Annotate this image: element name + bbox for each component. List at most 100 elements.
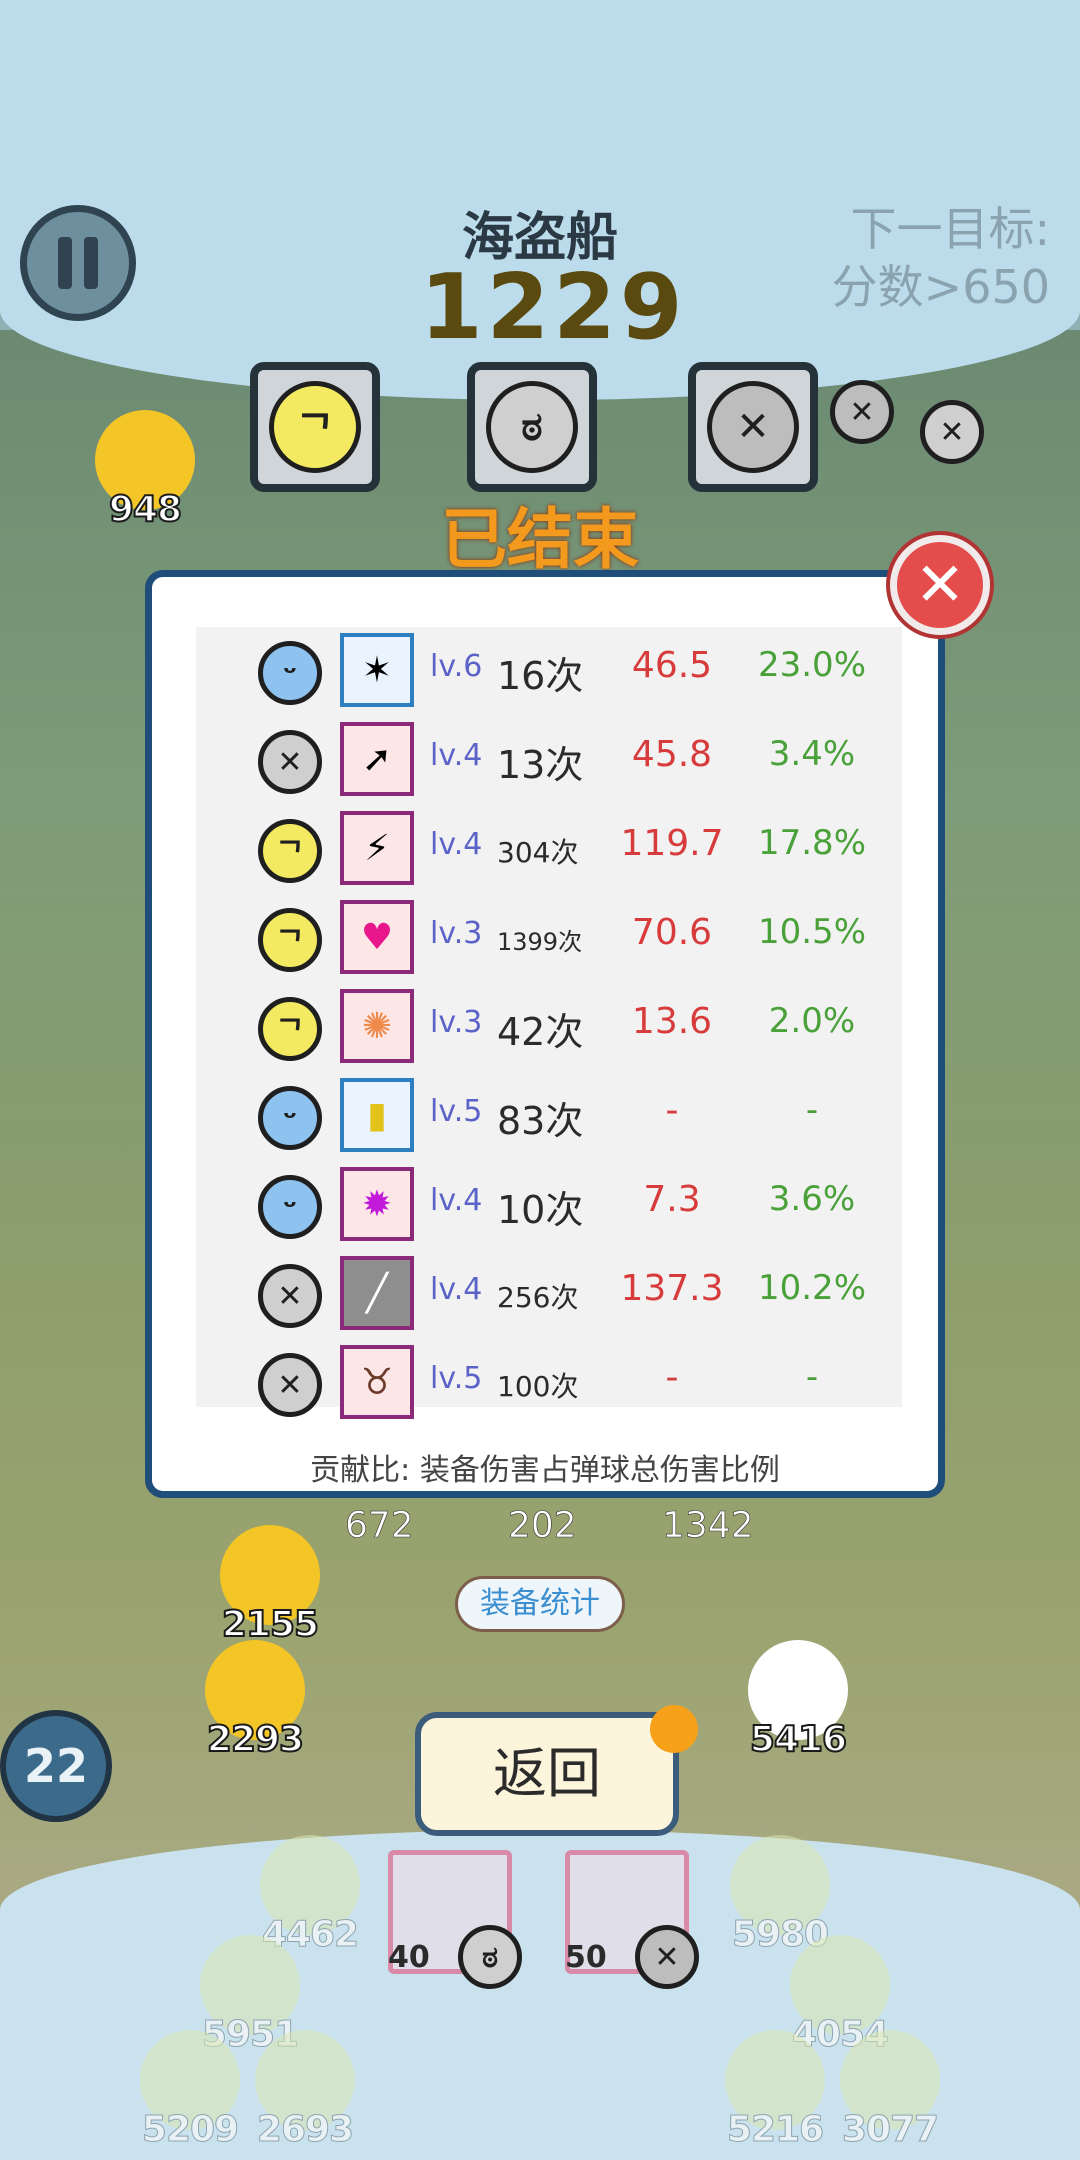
table-row: ᄀ ⚡ lv.4 304次 119.7 17.8% xyxy=(152,805,952,894)
return-button[interactable]: 返回 xyxy=(415,1712,679,1836)
summary-number: 202 xyxy=(508,1505,577,1547)
explosion-icon: ✺ xyxy=(340,989,414,1063)
chick-number: 5216 xyxy=(726,2109,824,2151)
chick-egg: 3077 xyxy=(830,2030,950,2151)
score: 1229 xyxy=(420,255,687,360)
lightning-icon: ⚡ xyxy=(340,811,414,885)
contribution-ratio: - xyxy=(805,1357,819,1397)
chick-number: 3077 xyxy=(841,2109,939,2151)
chick-egg: 2693 xyxy=(245,2030,365,2151)
hen: 5416 xyxy=(738,1640,858,1761)
slot-cost: 40 xyxy=(388,1940,430,1975)
equip-level: lv.5 xyxy=(430,1094,483,1129)
equipment-stats-popup: ᵕ ✶ lv.6 16次 46.5 23.0% ✕ ➚ lv.4 13次 45.… xyxy=(145,570,945,1498)
chick-egg: 2155 xyxy=(210,1525,330,1646)
grey-face-icon: ✕ xyxy=(258,1264,322,1328)
blue-face-icon: ᵕ xyxy=(258,1175,322,1239)
use-count: 13次 xyxy=(497,743,584,787)
pause-button[interactable] xyxy=(20,205,136,321)
contribution-ratio: 2.0% xyxy=(768,1001,856,1041)
chick-number: 2293 xyxy=(206,1718,305,1761)
table-row: ᵕ ✶ lv.6 16次 46.5 23.0% xyxy=(152,627,952,716)
blue-face-icon: ᵕ xyxy=(258,1086,322,1150)
use-count: 83次 xyxy=(497,1099,584,1143)
face-card: ᄀ xyxy=(250,362,380,492)
yellow-face-icon: ᄀ xyxy=(258,997,322,1061)
pause-bar-icon xyxy=(58,237,72,289)
summary-number: 1342 xyxy=(662,1505,754,1547)
chick-number: 5416 xyxy=(749,1718,848,1761)
water-drop-counter: 22 xyxy=(0,1710,112,1822)
face-card: ✕ xyxy=(688,362,818,492)
use-count: 16次 xyxy=(497,654,584,698)
pause-bar-icon xyxy=(84,237,98,289)
summary-number: 672 xyxy=(345,1505,414,1547)
chick-egg: 5216 xyxy=(715,2030,835,2151)
battery-icon: ▮ xyxy=(340,1078,414,1152)
dark-face-icon: ✕ xyxy=(707,381,799,473)
contribution-ratio: 23.0% xyxy=(757,645,866,685)
use-count: 10次 xyxy=(497,1188,584,1232)
next-target-label: 下一目标: xyxy=(850,202,1051,256)
grey-face-icon: ✕ xyxy=(830,380,894,444)
ended-banner: 已结束 xyxy=(441,501,639,578)
contribution-ratio: - xyxy=(805,1090,819,1130)
grey-face-icon: ✕ xyxy=(920,400,984,464)
next-target-value: 分数>650 xyxy=(831,260,1050,314)
next-target: 下一目标: 分数>650 xyxy=(800,200,1050,316)
contribution-ratio: 3.4% xyxy=(768,734,856,774)
use-count: 42次 xyxy=(497,1010,584,1054)
chick-egg: 2293 xyxy=(195,1640,315,1761)
contribution-ratio: 17.8% xyxy=(757,823,866,863)
equip-level: lv.4 xyxy=(430,827,483,862)
notification-dot xyxy=(650,1705,698,1753)
chick-number: 5209 xyxy=(141,2109,239,2151)
chick-number: 948 xyxy=(108,488,183,531)
yellow-face-icon: ᄀ xyxy=(258,819,322,883)
contribution-ratio: 10.5% xyxy=(757,912,866,952)
equip-level: lv.4 xyxy=(430,1272,483,1307)
table-row: ᄀ ✺ lv.3 42次 13.6 2.0% xyxy=(152,983,952,1072)
use-count: 1399次 xyxy=(497,928,583,956)
use-count: 304次 xyxy=(497,836,579,869)
purple-blast-icon: ✹ xyxy=(340,1167,414,1241)
blue-face-icon: ᵕ xyxy=(258,641,322,705)
table-row: ᵕ ▮ lv.5 83次 - - xyxy=(152,1072,952,1161)
table-row: ᄀ ♥ lv.3 1399次 70.6 10.5% xyxy=(152,894,952,983)
table-row: ᵕ ✹ lv.4 10次 7.3 3.6% xyxy=(152,1161,952,1250)
slot-cost: 50 xyxy=(565,1940,607,1975)
grey-face-icon: ಠ xyxy=(458,1925,522,1989)
blade-streak-icon: ╱ xyxy=(340,1256,414,1330)
equip-level: lv.6 xyxy=(430,649,483,684)
chick-egg: 948 xyxy=(85,410,205,531)
dark-face-icon: ✕ xyxy=(635,1925,699,1989)
yellow-face-icon: ᄀ xyxy=(269,381,361,473)
face-card: ಠ xyxy=(467,362,597,492)
use-count: 100次 xyxy=(497,1370,579,1403)
chick-egg: 5209 xyxy=(130,2030,250,2151)
yellow-face-icon: ᄀ xyxy=(258,908,322,972)
grey-face-icon: ✕ xyxy=(258,1353,322,1417)
equip-level: lv.4 xyxy=(430,738,483,773)
grey-face-icon: ಠ xyxy=(486,381,578,473)
contribution-ratio: 3.6% xyxy=(768,1179,856,1219)
rocket-icon: ➚ xyxy=(340,722,414,796)
close-icon: ✕ xyxy=(914,550,966,620)
equip-level: lv.3 xyxy=(430,916,483,951)
claw-slash-icon: ✶ xyxy=(340,633,414,707)
table-row: ✕ ╱ lv.4 256次 137.3 10.2% xyxy=(152,1250,952,1339)
use-count: 256次 xyxy=(497,1281,579,1314)
close-button[interactable]: ✕ xyxy=(890,535,990,635)
table-row: ✕ ➚ lv.4 13次 45.8 3.4% xyxy=(152,716,952,805)
equip-level: lv.5 xyxy=(430,1361,483,1396)
chick-number: 2693 xyxy=(256,2109,354,2151)
equipment-stats-button[interactable]: 装备统计 xyxy=(455,1576,625,1632)
grey-face-icon: ✕ xyxy=(258,730,322,794)
contribution-note: 贡献比: 装备伤害占弹球总伤害比例 xyxy=(310,1453,780,1488)
heart-icon: ♥ xyxy=(340,900,414,974)
contribution-ratio: 10.2% xyxy=(757,1268,866,1308)
equip-level: lv.3 xyxy=(430,1005,483,1040)
table-row: ✕ ♉ lv.5 100次 - - xyxy=(152,1339,952,1428)
equip-level: lv.4 xyxy=(430,1183,483,1218)
chick-number: 2155 xyxy=(221,1603,320,1646)
